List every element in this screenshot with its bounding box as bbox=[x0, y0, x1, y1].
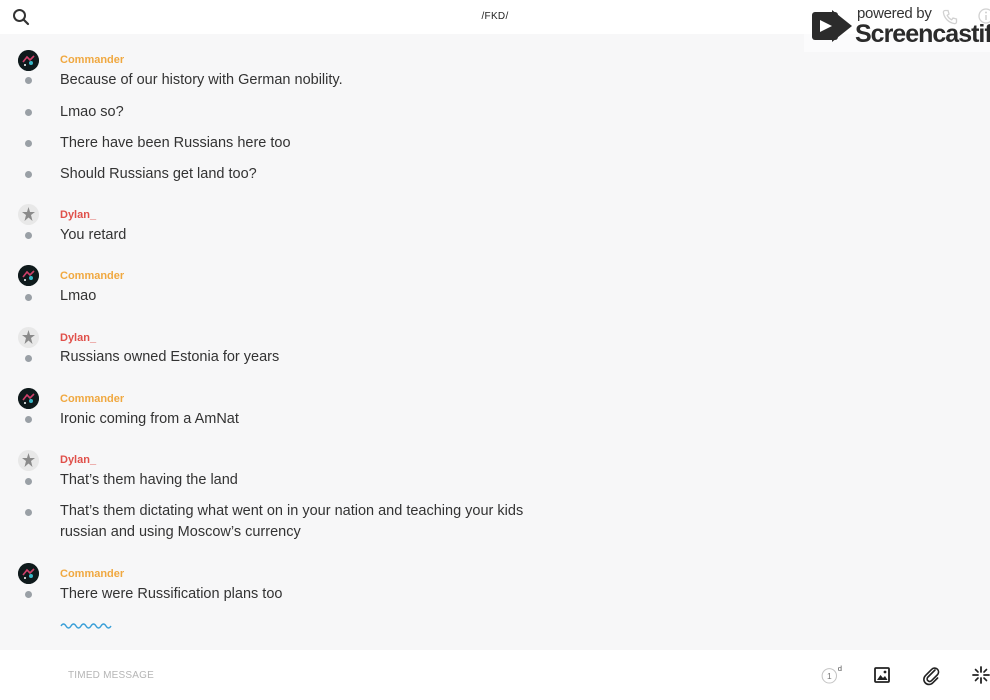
avatar-image bbox=[18, 450, 39, 471]
message-author[interactable]: Dylan_ bbox=[60, 209, 96, 221]
message-text: Russians owned Estonia for years bbox=[60, 349, 280, 365]
message-text: There were Russification plans too bbox=[60, 586, 283, 602]
message-text: That’s them having the land bbox=[60, 472, 238, 488]
avatar-dylan[interactable] bbox=[18, 327, 39, 348]
avatar-dylan[interactable] bbox=[18, 450, 39, 471]
timer-value: 1 bbox=[827, 671, 832, 681]
composer-bar: TIMED MESSAGE 1 d bbox=[0, 650, 990, 700]
message-bullet bbox=[25, 294, 32, 301]
avatar-commander[interactable] bbox=[18, 50, 39, 71]
message-bullet bbox=[25, 140, 32, 147]
timer-icon[interactable]: 1 d bbox=[820, 664, 842, 686]
message-text: That’s them dictating what went on in yo… bbox=[60, 503, 524, 540]
message-author[interactable]: Dylan_ bbox=[60, 454, 96, 466]
message-author[interactable]: Commander bbox=[60, 393, 124, 405]
message-bullet bbox=[25, 478, 32, 485]
avatar-image bbox=[18, 388, 39, 409]
message-text: Should Russians get land too? bbox=[60, 166, 257, 182]
message-bullet bbox=[25, 171, 32, 178]
message-bullet bbox=[25, 355, 32, 362]
avatar-image bbox=[18, 563, 39, 584]
message-text: You retard bbox=[60, 227, 127, 243]
sparkle-icon[interactable] bbox=[970, 664, 990, 686]
message-bullet bbox=[25, 509, 32, 516]
typing-indicator bbox=[60, 623, 112, 629]
avatar-image bbox=[18, 265, 39, 286]
message-text: Because of our history with German nobil… bbox=[60, 72, 343, 88]
avatar-dylan[interactable] bbox=[18, 204, 39, 225]
message-bullet bbox=[25, 591, 32, 598]
timed-message-input[interactable]: TIMED MESSAGE bbox=[68, 670, 154, 681]
message-bullet bbox=[25, 109, 32, 116]
attach-icon[interactable] bbox=[920, 664, 942, 686]
message-text: Lmao bbox=[60, 288, 97, 304]
avatar-image bbox=[18, 204, 39, 225]
message-author[interactable]: Dylan_ bbox=[60, 332, 96, 344]
message-list[interactable]: Commander Because of our history with Ge… bbox=[0, 34, 990, 650]
message-author[interactable]: Commander bbox=[60, 54, 124, 66]
message-author[interactable]: Commander bbox=[60, 568, 124, 580]
message-text: Lmao so? bbox=[60, 104, 124, 120]
message-text: Ironic coming from a AmNat bbox=[60, 411, 239, 427]
avatar-commander[interactable] bbox=[18, 265, 39, 286]
message-text: There have been Russians here too bbox=[60, 135, 291, 151]
avatar-image bbox=[18, 327, 39, 348]
timer-unit: d bbox=[838, 664, 842, 673]
message-bullet bbox=[25, 416, 32, 423]
avatar-commander[interactable] bbox=[18, 563, 39, 584]
image-icon[interactable] bbox=[871, 664, 893, 686]
message-author[interactable]: Commander bbox=[60, 270, 124, 282]
avatar-commander[interactable] bbox=[18, 388, 39, 409]
avatar-image bbox=[18, 50, 39, 71]
message-bullet bbox=[25, 77, 32, 84]
message-bullet bbox=[25, 232, 32, 239]
